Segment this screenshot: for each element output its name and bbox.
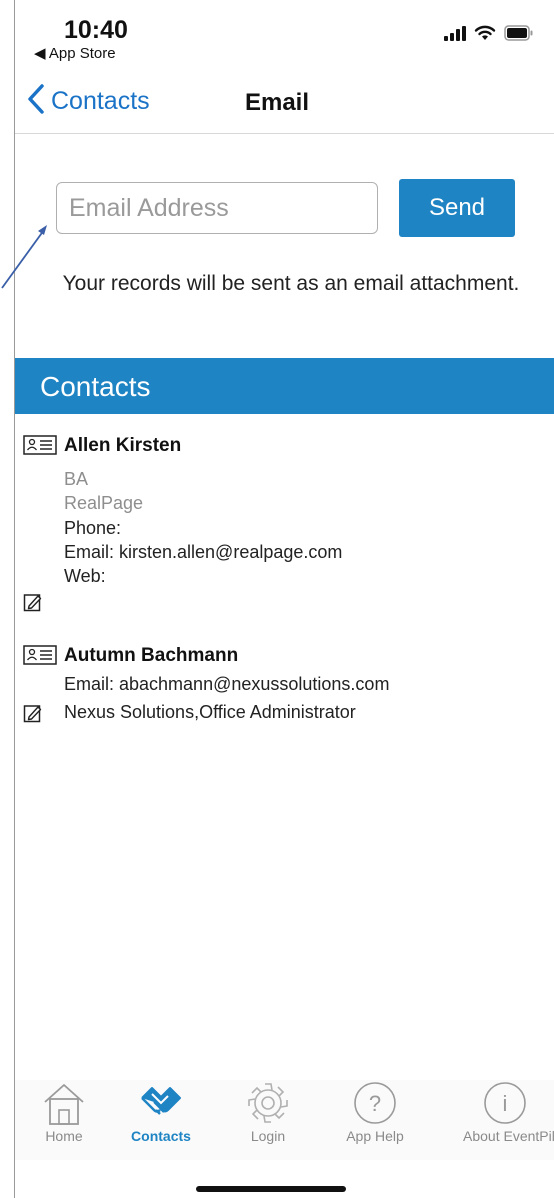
section-title: Contacts	[40, 371, 151, 402]
battery-icon	[504, 25, 534, 41]
question-icon: ?	[354, 1082, 396, 1124]
tab-home-label: Home	[45, 1128, 83, 1144]
contact-card-icon	[23, 645, 57, 665]
home-icon	[44, 1084, 84, 1125]
tab-about-label: About EventPilot	[463, 1128, 554, 1144]
back-to-app-store-link[interactable]: ◀ App Store	[34, 44, 116, 62]
contact-web: Web:	[64, 566, 106, 586]
tab-login[interactable]: Login	[218, 1080, 318, 1160]
tab-app-help[interactable]: ? App Help	[325, 1080, 425, 1160]
contact-card[interactable]: Allen Kirsten BA RealPage Phone: Email: …	[15, 430, 554, 620]
signal-icon	[444, 25, 466, 41]
contact-note: Nexus Solutions,Office Administrator	[64, 702, 356, 722]
info-icon: i	[484, 1082, 526, 1124]
tab-bar: Home Contacts Login ? App Help i About E…	[15, 1080, 554, 1160]
contact-card[interactable]: Autumn Bachmann Email: abachmann@nexusso…	[15, 640, 554, 730]
tab-app-help-label: App Help	[346, 1128, 404, 1144]
status-bar: 10:40 ◀ App Store	[0, 0, 554, 68]
contact-email: Email: kirsten.allen@realpage.com	[64, 542, 343, 562]
tab-about[interactable]: i About EventPilot	[455, 1080, 554, 1160]
edit-note-icon[interactable]	[23, 592, 43, 612]
contact-name: Autumn Bachmann	[64, 645, 239, 666]
navigation-bar: Contacts Email	[15, 68, 554, 134]
tab-home[interactable]: Home	[14, 1080, 114, 1160]
tab-contacts[interactable]: Contacts	[111, 1080, 211, 1160]
handshake-icon	[141, 1087, 181, 1115]
gear-icon	[248, 1083, 288, 1123]
wifi-icon	[474, 24, 496, 41]
contact-phone: Phone:	[64, 518, 122, 538]
contact-name: Allen Kirsten	[64, 435, 182, 456]
tab-login-label: Login	[250, 1128, 286, 1144]
tab-contacts-label: Contacts	[131, 1128, 191, 1144]
contact-title: BA	[64, 469, 89, 489]
svg-text:?: ?	[369, 1091, 381, 1116]
edit-note-icon[interactable]	[23, 703, 43, 723]
contacts-section-header: Contacts	[15, 358, 554, 414]
contact-card-icon	[23, 435, 57, 455]
page-title: Email	[244, 89, 310, 116]
email-address-input[interactable]	[56, 182, 378, 234]
svg-text:i: i	[503, 1091, 508, 1116]
status-time: 10:40	[64, 16, 128, 44]
contact-company: RealPage	[64, 493, 144, 513]
annotation-arrow-icon	[1, 225, 47, 289]
contact-email: Email: abachmann@nexussolutions.com	[64, 674, 390, 694]
home-indicator[interactable]	[196, 1186, 346, 1192]
email-info-text: Your records will be sent as an email at…	[62, 272, 520, 295]
send-button[interactable]: Send	[399, 179, 515, 237]
status-icons	[444, 24, 534, 41]
